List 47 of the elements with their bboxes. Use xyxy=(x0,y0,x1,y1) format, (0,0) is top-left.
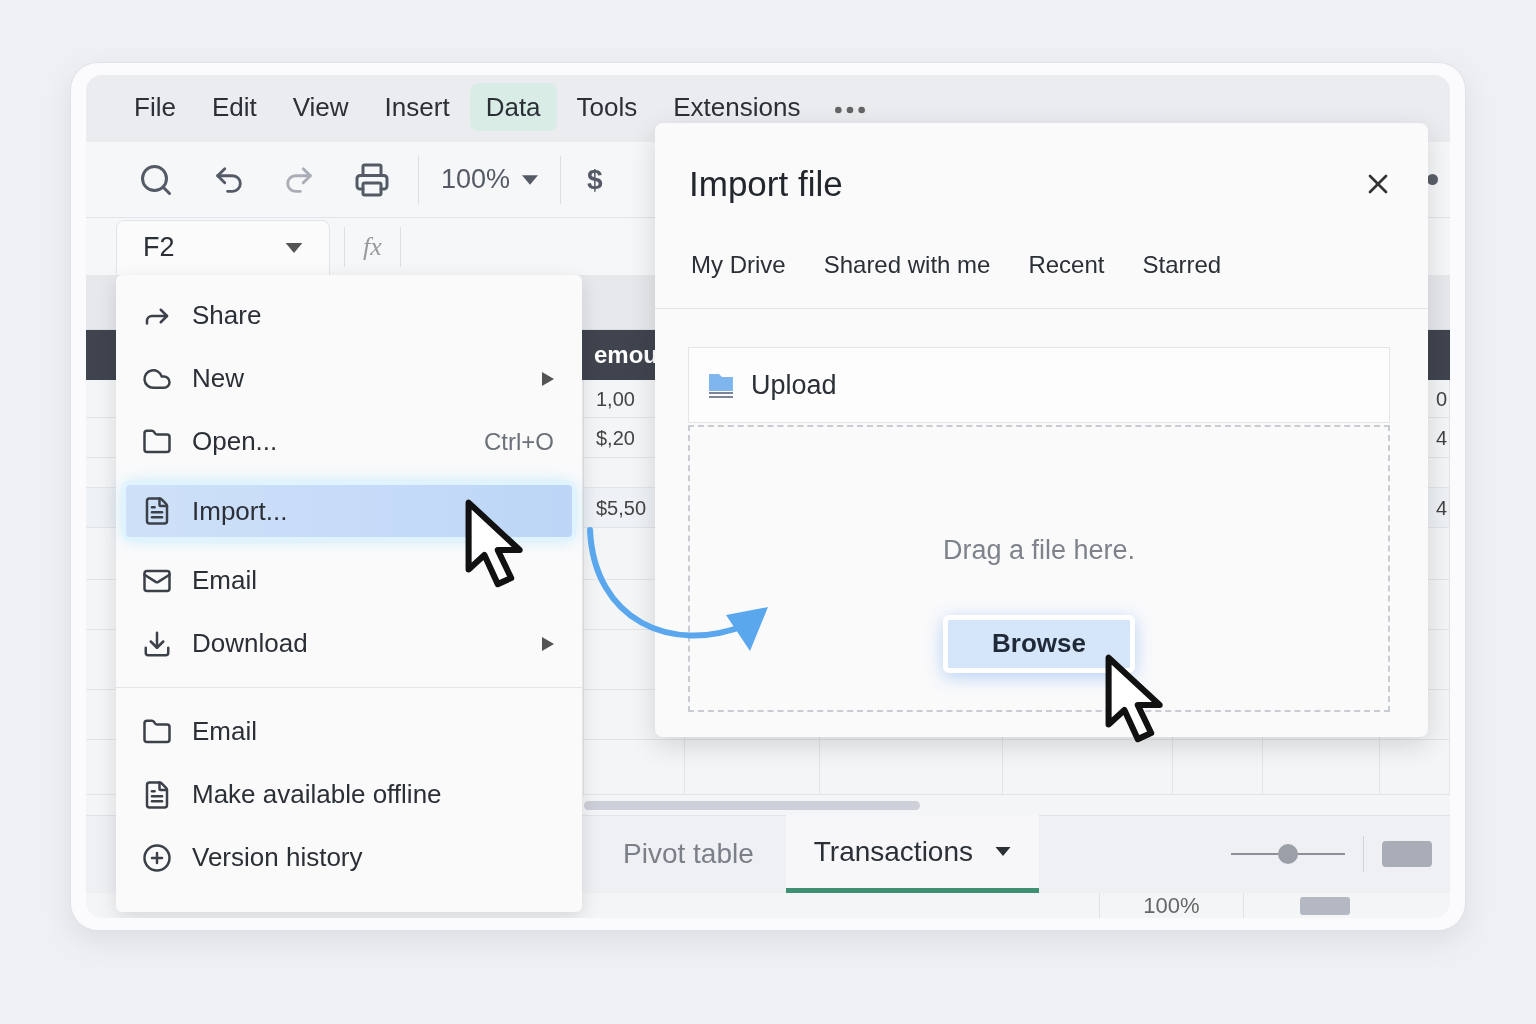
menu-option[interactable]: Share xyxy=(116,284,582,347)
menu-option[interactable]: Download xyxy=(116,612,582,675)
drop-hint: Drag a file here. xyxy=(942,534,1136,567)
column-header: emou xyxy=(593,340,658,370)
sheet-tab[interactable]: Transactions xyxy=(785,815,1039,893)
formula-label: fx xyxy=(363,231,382,263)
menu-item[interactable]: Tools xyxy=(560,82,654,131)
menu-item[interactable]: File xyxy=(118,82,192,131)
caret-icon xyxy=(995,847,1011,856)
menu-option[interactable]: Email xyxy=(116,700,582,763)
zoom-dropdown[interactable]: 100% xyxy=(441,159,539,200)
zoom-slider[interactable] xyxy=(1231,843,1345,865)
plus-circle-icon xyxy=(142,842,172,873)
menu-item[interactable]: Data xyxy=(469,82,557,131)
caret-icon xyxy=(285,242,303,253)
menu-item[interactable]: Edit xyxy=(195,82,273,131)
menu-option[interactable]: Open... Ctrl+O xyxy=(116,410,582,473)
menu-option[interactable]: Email xyxy=(116,549,582,612)
table-cell-text: $5,50 xyxy=(595,495,647,521)
table-cell-text: 4 xyxy=(1435,495,1448,521)
table-cell-text: 4 xyxy=(1435,425,1448,451)
shortcut-label: Ctrl+O xyxy=(484,426,554,457)
location-tab[interactable]: Shared with me xyxy=(823,246,991,283)
upload-label: Upload xyxy=(751,368,837,402)
currency-button[interactable]: $ xyxy=(587,158,603,201)
print-icon[interactable] xyxy=(354,161,390,198)
dialog-title: Import file xyxy=(689,163,843,205)
table-cell-text: 0 xyxy=(1435,386,1448,412)
menu-item[interactable]: Extensions xyxy=(657,82,817,131)
menu-option[interactable]: Version history xyxy=(116,826,582,889)
location-tab[interactable]: My Drive xyxy=(691,246,786,283)
slider-thumb[interactable] xyxy=(1278,844,1298,864)
zoom-level: 100% xyxy=(1100,893,1244,918)
menu-item[interactable]: View xyxy=(276,82,365,131)
table-cell-text: $,20 xyxy=(595,425,635,451)
sheet-tab[interactable]: Pivot table xyxy=(591,815,786,893)
menu-option[interactable]: Make available offline xyxy=(116,763,582,826)
location-tab[interactable]: Recent xyxy=(1028,246,1105,283)
location-tab[interactable]: Starred xyxy=(1142,246,1222,283)
browse-button[interactable]: Browse xyxy=(943,614,1135,673)
menu-item[interactable]: Insert xyxy=(368,82,466,131)
menu-option[interactable]: New xyxy=(116,347,582,410)
name-box[interactable]: F2 xyxy=(116,219,330,276)
caret-icon xyxy=(522,174,539,185)
table-cell-text: 1,00 xyxy=(595,386,635,412)
status-indicator xyxy=(1300,896,1350,915)
folder-icon xyxy=(707,371,735,399)
